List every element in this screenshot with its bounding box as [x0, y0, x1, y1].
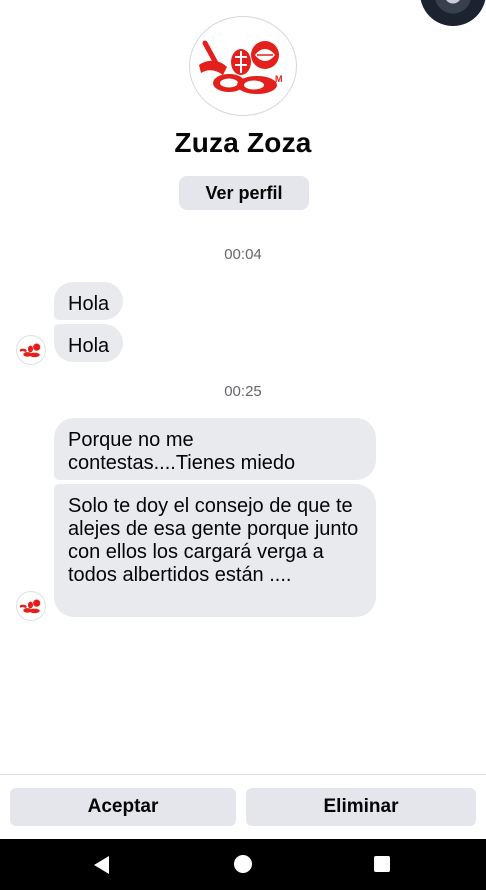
- svg-text:M: M: [275, 74, 283, 84]
- restaurant-logo-icon: [19, 343, 41, 358]
- system-navigation-bar: [0, 839, 486, 890]
- divider: [0, 774, 486, 775]
- message-timestamp: 00:04: [224, 246, 262, 263]
- message-timestamp: 00:25: [224, 383, 262, 400]
- back-triangle-icon[interactable]: [91, 854, 113, 876]
- restaurant-logo-icon: M: [199, 40, 283, 94]
- message-bubble[interactable]: Hola: [54, 282, 124, 320]
- sender-avatar[interactable]: [16, 591, 46, 621]
- profile-avatar[interactable]: M: [189, 16, 297, 116]
- sender-avatar[interactable]: [16, 335, 46, 365]
- view-profile-button[interactable]: Ver perfil: [179, 176, 309, 210]
- recents-square-icon[interactable]: [373, 855, 391, 873]
- profile-name: Zuza Zoza: [174, 127, 312, 158]
- current-user-avatar[interactable]: [420, 0, 486, 26]
- accept-button[interactable]: Aceptar: [10, 788, 236, 826]
- home-circle-icon[interactable]: [233, 854, 253, 874]
- message-bubble[interactable]: Hola: [54, 324, 124, 362]
- message-bubble[interactable]: Porque no me contestas....Tienes miedo: [54, 418, 376, 480]
- message-bubble[interactable]: Solo te doy el consejo de que te alejes …: [54, 484, 376, 617]
- delete-button[interactable]: Eliminar: [246, 788, 476, 826]
- restaurant-logo-icon: [19, 599, 41, 614]
